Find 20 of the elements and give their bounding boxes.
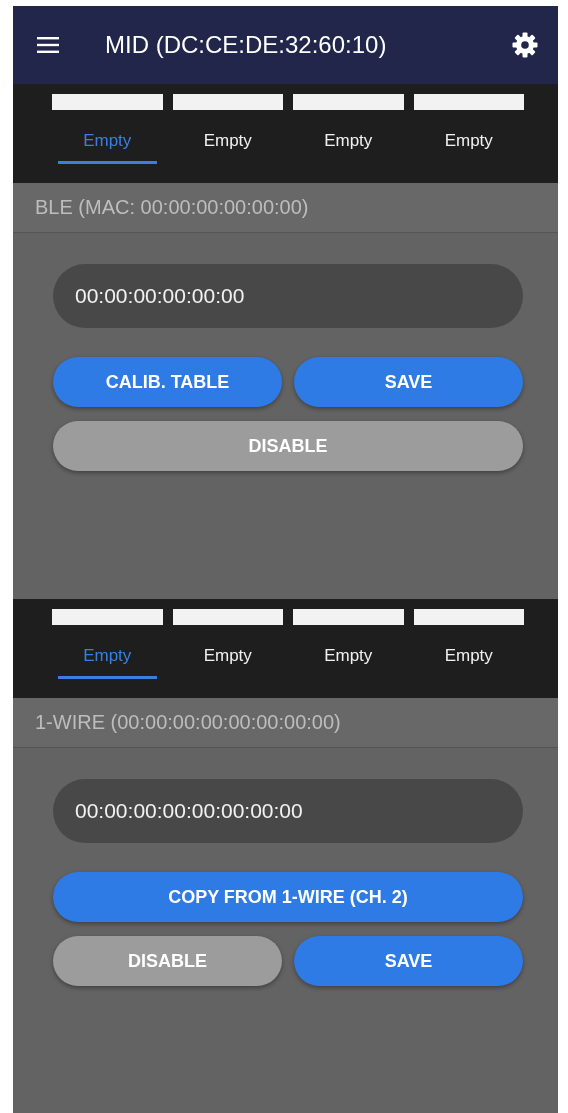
input-field[interactable]: 00:00:00:00:00:00 xyxy=(53,264,523,328)
section-title: BLE (MAC: 00:00:00:00:00:00) xyxy=(35,196,309,219)
primary-button[interactable]: CALIB. TABLE xyxy=(53,357,282,407)
tab[interactable]: Empty xyxy=(58,127,157,164)
tab[interactable]: Empty xyxy=(299,127,398,164)
primary-button[interactable]: SAVE xyxy=(294,357,523,407)
section-title: 1-WIRE (00:00:00:00:00:00:00:00) xyxy=(35,711,341,734)
primary-button[interactable]: SAVE xyxy=(294,936,523,986)
app-title: MID (DC:CE:DE:32:60:10) xyxy=(105,31,388,59)
tab[interactable]: Empty xyxy=(299,642,398,679)
tab[interactable]: Empty xyxy=(178,642,277,679)
settings-button[interactable] xyxy=(512,32,538,58)
tab[interactable]: Empty xyxy=(178,127,277,164)
primary-button[interactable]: COPY FROM 1-WIRE (CH. 2) xyxy=(53,872,523,922)
menu-icon[interactable] xyxy=(37,37,59,53)
settings-icon xyxy=(512,32,538,58)
tab[interactable]: Empty xyxy=(419,642,518,679)
input-field[interactable]: 00:00:00:00:00:00:00:00 xyxy=(53,779,523,843)
tab[interactable]: Empty xyxy=(58,642,157,679)
tab[interactable]: Empty xyxy=(419,127,518,164)
